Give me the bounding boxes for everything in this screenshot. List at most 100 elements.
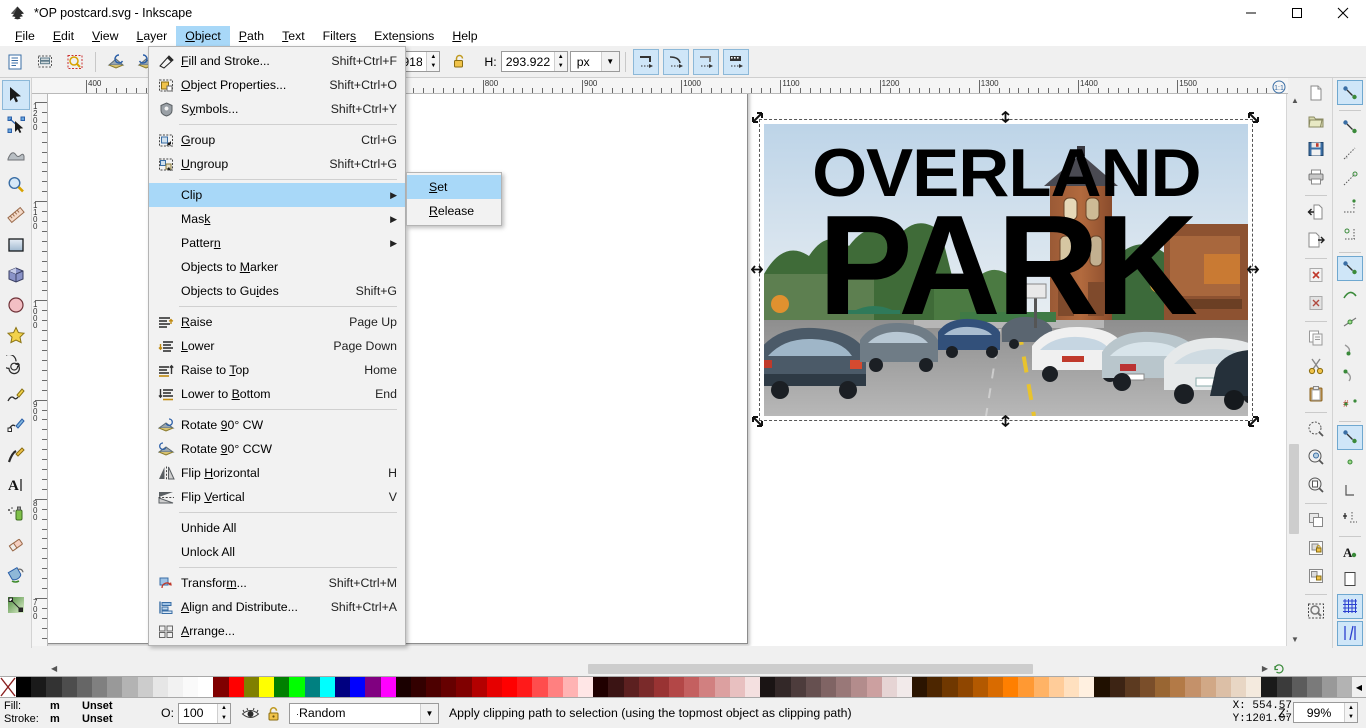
snap-smooth-nodes-icon[interactable] (1337, 364, 1363, 389)
palette-swatch[interactable] (896, 677, 913, 697)
menu-layer[interactable]: Layer (127, 26, 176, 46)
snap-bbox-edge-icon[interactable]: ▫▫ (1337, 141, 1363, 166)
palette-swatch[interactable] (608, 677, 624, 697)
snap-grid-icon[interactable] (1336, 593, 1363, 619)
snap-bbox-edge-midpoint-icon[interactable] (1337, 195, 1363, 220)
eye-icon[interactable] (239, 702, 263, 724)
cut-icon[interactable] (1303, 353, 1329, 379)
opacity-field[interactable]: ▲▼ (177, 702, 231, 724)
palette-swatch[interactable] (988, 677, 1004, 697)
maximize-icon[interactable] (1274, 0, 1320, 26)
menu-item-unlock-all[interactable]: Unlock All (149, 540, 405, 564)
h-field[interactable]: ▲▼ (500, 51, 568, 72)
open-document-icon[interactable] (1303, 108, 1329, 134)
palette-swatch[interactable] (137, 677, 153, 697)
palette-swatch[interactable] (1322, 677, 1338, 697)
spray-tool[interactable] (2, 500, 30, 530)
selection-handle-se[interactable] (1247, 415, 1260, 428)
fill-stroke-indicator[interactable]: Fill: m Unset Stroke: m Unset (0, 700, 155, 726)
ungroup-objects-icon[interactable] (1303, 563, 1329, 589)
palette-swatch[interactable] (593, 677, 609, 697)
zoom-field[interactable]: ▲▼ (1293, 702, 1358, 723)
snap-guides-icon[interactable] (1336, 620, 1363, 646)
zoom-control[interactable]: Z: ▲▼ (1272, 702, 1358, 723)
menu-item-unhide-all[interactable]: Unhide All (149, 516, 405, 540)
palette-swatch[interactable] (486, 677, 502, 697)
h-input[interactable] (501, 52, 554, 71)
palette-swatch[interactable] (16, 677, 32, 697)
palette-swatch[interactable] (365, 677, 381, 697)
menu-item-raise-to-top[interactable]: Raise to Top Home (149, 358, 405, 382)
palette-swatch[interactable] (714, 677, 730, 697)
palette-swatch[interactable] (790, 677, 806, 697)
palette-swatch[interactable] (775, 677, 791, 697)
chevron-down-icon[interactable]: ▼ (600, 52, 619, 71)
text-tool[interactable]: A (2, 470, 30, 500)
clip-menu-item-set[interactable]: Set (407, 175, 501, 199)
zoom-tool[interactable] (2, 170, 30, 200)
palette-swatch[interactable] (577, 677, 594, 697)
palette-swatch[interactable] (1200, 677, 1216, 697)
menu-item-object-properties[interactable]: Object Properties... Shift+Ctrl+O (149, 73, 405, 97)
save-document-icon[interactable] (1303, 136, 1329, 162)
palette-swatch[interactable] (502, 677, 518, 697)
palette-swatch[interactable] (653, 677, 670, 697)
snap-nodes-icon[interactable] (1336, 255, 1363, 281)
palette-swatch[interactable] (851, 677, 867, 697)
rectangle-tool[interactable] (2, 230, 30, 260)
selection-handle-e[interactable] (1246, 263, 1260, 276)
palette-swatch[interactable] (1124, 677, 1140, 697)
palette-swatches[interactable] (16, 677, 1353, 697)
palette-swatch[interactable] (1291, 677, 1307, 697)
object-menu[interactable]: Fill and Stroke... Shift+Ctrl+F Object Pro… (148, 46, 406, 646)
affect-gradients-icon[interactable] (692, 48, 719, 75)
palette-swatch[interactable] (729, 677, 745, 697)
zoom-spinner[interactable]: ▲ ▼ (1344, 703, 1357, 722)
print-icon[interactable] (1303, 164, 1329, 190)
zoom-selection-icon[interactable] (1303, 416, 1329, 442)
eraser-tool[interactable] (2, 530, 30, 560)
layers-icon[interactable] (32, 49, 58, 75)
menu-edit[interactable]: Edit (44, 26, 83, 46)
import-icon[interactable] (1303, 199, 1329, 225)
rotate-ccw-icon[interactable] (103, 49, 129, 75)
palette-swatch[interactable] (122, 677, 138, 697)
palette-swatch[interactable] (1246, 677, 1262, 697)
palette-swatch[interactable] (532, 677, 548, 697)
zoom-page-icon[interactable] (1303, 472, 1329, 498)
object-properties-quick-icon[interactable] (62, 49, 88, 75)
palette-swatch[interactable] (562, 677, 578, 697)
palette-swatch[interactable] (380, 677, 396, 697)
scroll-up-arrow[interactable]: ▲ (1291, 96, 1299, 105)
selection-handle-ne[interactable] (1247, 111, 1260, 124)
palette-swatch[interactable] (274, 677, 290, 697)
menu-item-flip-vertical[interactable]: Flip Vertical V (149, 485, 405, 509)
palette-swatch[interactable] (31, 677, 47, 697)
menu-path[interactable]: Path (230, 26, 273, 46)
bezier-pen-tool[interactable] (2, 410, 30, 440)
affect-rounded-corners-icon[interactable] (662, 48, 689, 75)
palette-swatch[interactable] (1033, 677, 1049, 697)
selection-handle-n[interactable] (999, 110, 1012, 124)
snap-cusp-nodes-icon[interactable] (1337, 337, 1363, 362)
clip-submenu[interactable]: Set Release (406, 172, 502, 226)
palette-swatch[interactable] (91, 677, 108, 697)
palette-swatch[interactable] (684, 677, 700, 697)
palette-swatch[interactable] (1109, 677, 1125, 697)
menu-item-raise[interactable]: Raise Page Up (149, 310, 405, 334)
snap-path-intersections-icon[interactable] (1337, 310, 1363, 335)
menu-item-transform[interactable]: Transform... Shift+Ctrl+M (149, 571, 405, 595)
copy-icon[interactable] (1303, 325, 1329, 351)
lock-closed-icon[interactable] (263, 702, 285, 724)
palette-swatch[interactable] (866, 677, 882, 697)
palette-swatch[interactable] (957, 677, 973, 697)
enable-snapping-icon[interactable] (1336, 80, 1363, 106)
spiral-tool[interactable] (2, 350, 30, 380)
menu-item-align-and-distribute[interactable]: Align and Distribute... Shift+Ctrl+A (149, 595, 405, 619)
menu-item-rotate-90-cw[interactable]: Rotate 90° CW (149, 413, 405, 437)
palette-swatch[interactable] (669, 677, 685, 697)
palette-swatch[interactable] (410, 677, 427, 697)
palette-swatch[interactable] (547, 677, 563, 697)
pencil-tool[interactable] (2, 380, 30, 410)
menu-item-flip-horizontal[interactable]: Flip Horizontal H (149, 461, 405, 485)
